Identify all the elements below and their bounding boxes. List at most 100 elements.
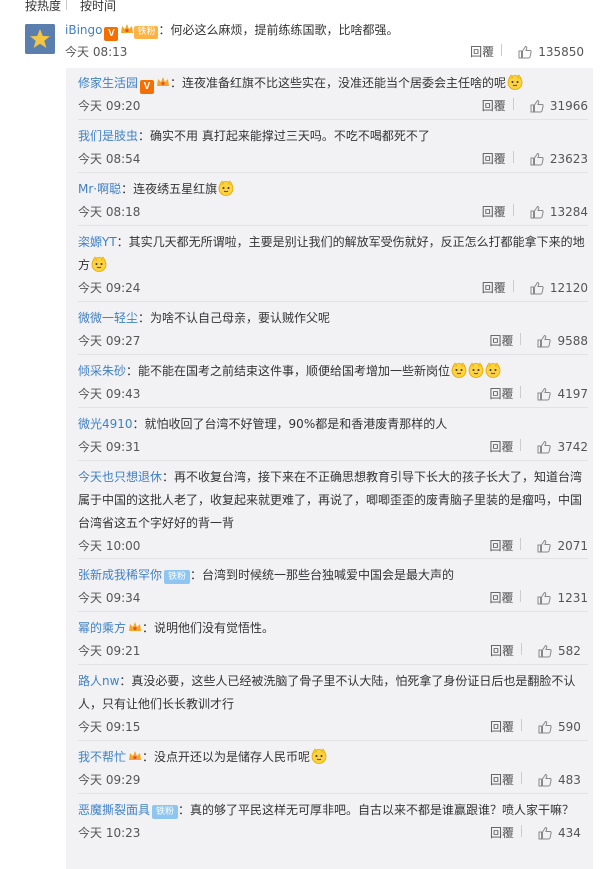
thumbs-up-icon[interactable]: [537, 334, 552, 348]
reply-text-line: 微微一轻尘：为啥不认自己母亲，要认贼作父呢: [78, 307, 588, 330]
crown-icon: [129, 751, 142, 760]
emoji-face-icon: [91, 256, 107, 272]
reply-button[interactable]: 回覆: [466, 203, 514, 220]
reply-actions: 回覆 2071: [473, 537, 588, 554]
reply-meta: 今天 09:34 回覆 1231: [78, 587, 588, 607]
reply-username[interactable]: Mr·啊聪: [78, 182, 121, 196]
reply-button[interactable]: 回覆: [466, 279, 514, 296]
like-count: 590: [558, 719, 581, 734]
reply-button[interactable]: 回覆: [466, 150, 514, 167]
reply-button[interactable]: 回覆: [474, 824, 522, 841]
reply-time: 今天 09:31: [78, 440, 141, 454]
emoji-face-icon: [451, 362, 467, 378]
reply-text-line: 恶魔撕裂面具 铁粉 ：真的够了平民这样无可厚非吧。自古以来不都是谁赢跟谁？喷人家干嘛…: [78, 799, 588, 822]
reply-meta: 今天 09:27 回覆 9588: [78, 330, 588, 350]
thumbs-up-icon[interactable]: [537, 440, 552, 454]
thumbs-up-icon[interactable]: [530, 281, 544, 295]
reply-list: 修家生活园 V ：连夜准备红旗不比这些实在，没准还能当个居委会主任啥的呢 今天 09:…: [66, 68, 593, 869]
reply-actions: 回覆 9588: [473, 332, 588, 349]
tie-fan-badge: 铁粉: [152, 805, 179, 819]
thumbs-up-icon[interactable]: [538, 644, 552, 658]
reply-button[interactable]: 回覆: [474, 642, 522, 659]
star-avatar-icon: [25, 24, 55, 54]
reply-text-line: 幂的乘方 ：说明他们没有觉悟性。: [78, 617, 588, 640]
reply-text: ：说明他们没有觉悟性。: [142, 621, 275, 635]
reply-button[interactable]: 回覆: [473, 537, 522, 554]
reply-meta: 今天 09:21 回覆 582: [78, 640, 588, 660]
thumbs-up-icon[interactable]: [538, 773, 552, 787]
reply-item: 恶魔撕裂面具 铁粉 ：真的够了平民这样无可厚非吧。自古以来不都是谁赢跟谁？喷人家干嘛…: [78, 799, 588, 842]
thumbs-up-icon[interactable]: [537, 539, 552, 553]
thumbs-up-icon[interactable]: [530, 205, 544, 219]
reply-item: 今天也只想退休：再不收复台湾，接下来在不正确思想教育引导下长大的孩子长大了，知道…: [78, 466, 588, 555]
reply-username[interactable]: 路人nw: [78, 674, 119, 688]
reply-actions: 回覆 13284: [466, 203, 588, 220]
thumbs-up-icon[interactable]: [518, 45, 532, 59]
main-comment-username[interactable]: iBingo: [65, 23, 102, 37]
avatar[interactable]: [25, 24, 55, 54]
reply-meta: 今天 08:54 回覆 23623: [78, 148, 588, 168]
reply-meta: 今天 09:43 回覆 4197: [78, 383, 588, 403]
thumbs-up-icon[interactable]: [537, 591, 552, 605]
sort-by-hot-tab[interactable]: 按热度: [25, 0, 61, 14]
reply-button[interactable]: 回覆: [473, 332, 522, 349]
reply-username[interactable]: 恶魔撕裂面具: [78, 803, 150, 817]
emoji-face-icon: [507, 74, 523, 90]
like-count: 23623: [549, 151, 588, 166]
reply-actions: 回覆 1231: [473, 589, 588, 606]
reply-actions: 回覆 582: [474, 642, 588, 659]
reply-actions: 回覆 4197: [473, 385, 588, 402]
like-count: 483: [558, 772, 581, 787]
tie-fan-badge: 铁粉: [164, 570, 191, 584]
reply-separator: [78, 460, 588, 461]
reply-text: ：连夜绣五星红旗: [121, 182, 218, 196]
like-count: 3742: [557, 439, 588, 454]
sort-by-time-tab[interactable]: 按时间: [80, 0, 116, 14]
reply-username[interactable]: 微光4910: [78, 417, 133, 431]
reply-button[interactable]: 回覆: [474, 771, 522, 788]
reply-separator: [78, 225, 588, 226]
main-reply-button[interactable]: 回覆: [454, 43, 503, 60]
sort-bar: 按热度 按时间: [0, 0, 610, 14]
reply-username[interactable]: 栥嫄YT: [78, 235, 117, 249]
reply-button[interactable]: 回覆: [473, 438, 522, 455]
reply-actions: 回覆 3742: [473, 438, 588, 455]
reply-username[interactable]: 幂的乘方: [78, 621, 126, 635]
reply-button[interactable]: 回覆: [466, 97, 514, 114]
like-count: 9588: [557, 333, 588, 348]
reply-username[interactable]: 我们是肢虫: [78, 129, 138, 143]
reply-button[interactable]: 回覆: [474, 718, 522, 735]
reply-meta: 今天 08:18 回覆 13284: [78, 201, 588, 221]
thumbs-up-icon[interactable]: [537, 387, 552, 401]
thumbs-up-icon[interactable]: [530, 152, 544, 166]
thumbs-up-icon[interactable]: [538, 826, 552, 840]
reply-text: ：没点开还以为是储存人民币呢: [142, 750, 311, 764]
reply-text: ：就怕收回了台湾不好管理，90%都是和香港废青那样的人: [132, 417, 448, 431]
reply-text: ：其实几天都无所谓啦，主要是别让我们的解放军受伤就好，反正怎么打都能拿下来的地方: [78, 235, 585, 272]
reply-text-line: 我不帮忙 ：没点开还以为是储存人民币呢: [78, 746, 588, 769]
reply-button[interactable]: 回覆: [473, 589, 522, 606]
reply-text: ：真没必要，这些人已经被洗脑了骨子里不认大陆，怕死拿了身份证日后也是翻脸不认人，…: [78, 674, 576, 711]
reply-username[interactable]: 今天也只想退休: [78, 470, 162, 484]
like-count: 1231: [557, 590, 588, 605]
reply-item: 修家生活园 V ：连夜准备红旗不比这些实在，没准还能当个居委会主任啥的呢 今天 09:…: [78, 72, 588, 115]
main-comment-text-line: iBingo V 铁粉 ：何必这么麻烦，提前练练国歌，比啥都强。: [65, 22, 399, 41]
main-comment-actions: 回覆 135850: [454, 43, 584, 60]
reply-button[interactable]: 回覆: [473, 385, 522, 402]
like-count: 12120: [549, 280, 588, 295]
reply-username[interactable]: 修家生活园: [78, 76, 138, 90]
thumbs-up-icon[interactable]: [530, 99, 544, 113]
reply-username[interactable]: 我不帮忙: [78, 750, 126, 764]
reply-text: ：连夜准备红旗不比这些实在，没准还能当个居委会主任啥的呢: [170, 76, 507, 90]
reply-username[interactable]: 倾采朱砂: [78, 364, 126, 378]
reply-text-line: 今天也只想退休：再不收复台湾，接下来在不正确思想教育引导下长大的孩子长大了，知道…: [78, 466, 588, 535]
fan-badge: 铁粉: [134, 26, 159, 39]
reply-username[interactable]: 张新成我稀罕你: [78, 568, 162, 582]
reply-text: ：能不能在国考之前结束这件事，顺便给国考增加一些新岗位: [126, 364, 451, 378]
reply-meta: 今天 09:29 回覆 483: [78, 769, 588, 789]
thumbs-up-icon[interactable]: [538, 720, 552, 734]
reply-actions: 回覆 31966: [466, 97, 588, 114]
reply-text-line: 修家生活园 V ：连夜准备红旗不比这些实在，没准还能当个居委会主任啥的呢: [78, 72, 588, 95]
reply-username[interactable]: 微微一轻尘: [78, 311, 138, 325]
emoji-face-icon: [468, 362, 484, 378]
